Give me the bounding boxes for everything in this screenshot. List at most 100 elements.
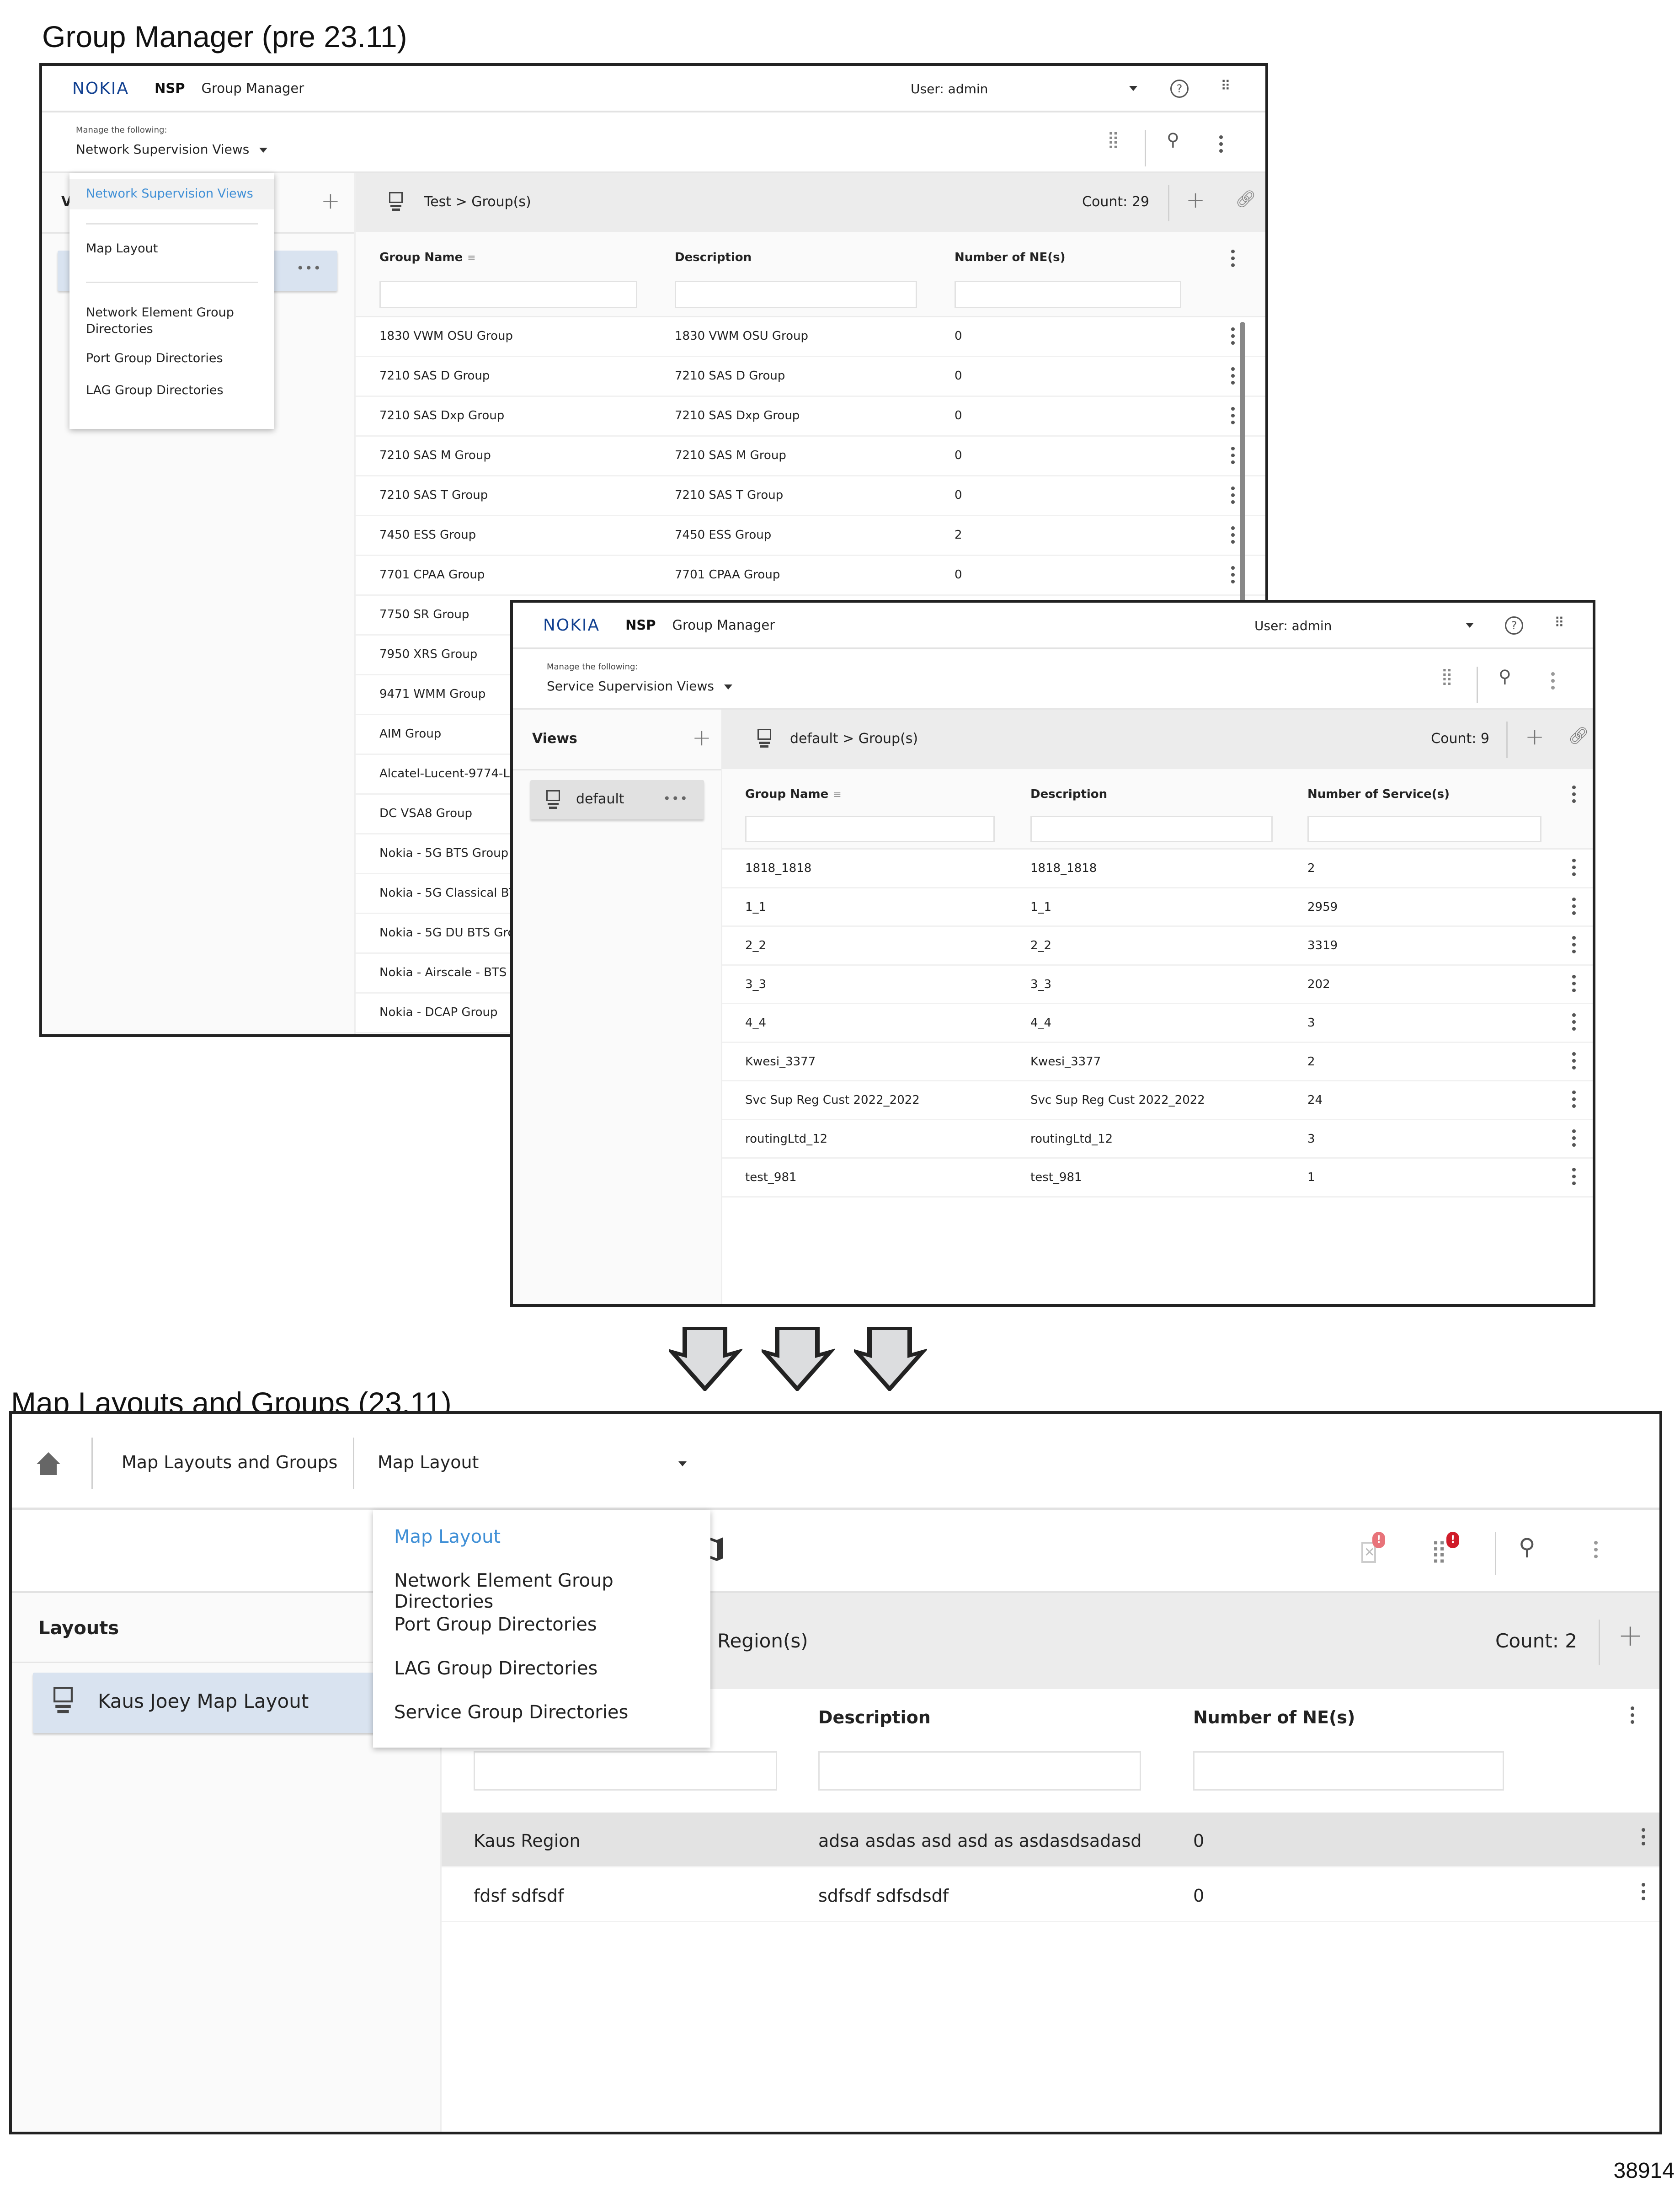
view-item-more-icon[interactable]: ••• — [296, 261, 322, 276]
dropdown-item-lag-group-directories[interactable]: LAG Group Directories — [373, 1658, 710, 1679]
column-header-group-name[interactable]: Group Name ≡ — [379, 251, 476, 264]
sort-icon[interactable]: ≡ — [467, 252, 475, 264]
table-row[interactable]: routingLtd_12 routingLtd_12 3 — [722, 1120, 1593, 1159]
filter-group-name-input[interactable] — [379, 281, 637, 308]
table-row[interactable]: Svc Sup Reg Cust 2022_2022 Svc Sup Reg Cu… — [722, 1081, 1593, 1120]
table-row[interactable]: Kaus Region adsa asdas asd asd as asdasds… — [442, 1813, 1659, 1867]
table-row[interactable]: fdsf sdfsdf sdfsdf sdfsdsdf 0 — [442, 1867, 1659, 1922]
link-icon[interactable]: 🔗︎ — [1568, 728, 1589, 744]
layout-item-kaus-joey[interactable]: Kaus Joey Map Layout — [33, 1673, 424, 1733]
filter-description-input[interactable] — [675, 281, 917, 308]
dropdown-item-map-layout[interactable]: Map Layout — [69, 241, 274, 256]
view-selector[interactable]: Map Layout — [378, 1452, 479, 1472]
row-options-icon[interactable] — [1231, 447, 1235, 467]
help-icon[interactable]: ? — [1505, 616, 1523, 635]
table-row[interactable]: 7210 SAS D Group 7210 SAS D Group 0 — [356, 357, 1265, 397]
row-options-icon[interactable] — [1231, 487, 1235, 507]
column-options-icon[interactable] — [1630, 1706, 1635, 1727]
row-options-icon[interactable] — [1231, 526, 1235, 547]
add-view-button[interactable]: + — [321, 189, 340, 212]
column-options-icon[interactable] — [1231, 250, 1235, 270]
filter-group-name-input[interactable] — [745, 816, 995, 842]
column-header-number-of-services[interactable]: Number of Service(s) — [1307, 787, 1450, 801]
grid-alert-icon[interactable]: ⣿ ! — [1431, 1532, 1459, 1567]
row-options-icon[interactable] — [1641, 1828, 1646, 1849]
table-row[interactable]: 7210 SAS M Group 7210 SAS M Group 0 — [356, 437, 1265, 476]
table-row[interactable]: 7701 CPAA Group 7701 CPAA Group 0 — [356, 556, 1265, 596]
table-row[interactable]: 2_2 2_2 3319 — [722, 927, 1593, 966]
filter-number-input[interactable] — [1307, 816, 1541, 842]
add-group-button[interactable]: + — [1525, 725, 1544, 748]
table-row[interactable]: test_981 test_981 1 — [722, 1159, 1593, 1198]
apps-grid-icon[interactable]: ⠿ — [1221, 80, 1231, 93]
grid-view-icon[interactable]: ⣿ — [1107, 132, 1119, 148]
row-options-icon[interactable] — [1572, 897, 1576, 918]
dropdown-item-ne-group-directories[interactable]: Network Element Group Directories — [69, 305, 274, 337]
row-options-icon[interactable] — [1572, 1013, 1576, 1034]
home-icon[interactable] — [36, 1451, 61, 1476]
search-icon[interactable]: ⚲ — [1499, 668, 1511, 685]
table-row[interactable]: 1818_1818 1818_1818 2 — [722, 850, 1593, 888]
grid-view-icon[interactable]: ⣿ — [1441, 668, 1453, 685]
column-header-description[interactable]: Description — [1030, 787, 1107, 801]
column-header-description[interactable]: Description — [675, 251, 752, 264]
more-options-icon[interactable] — [1551, 672, 1555, 693]
apps-grid-icon[interactable]: ⠿ — [1554, 616, 1564, 630]
search-icon[interactable]: ⚲ — [1167, 131, 1179, 148]
add-group-button[interactable]: + — [1186, 188, 1205, 211]
row-options-icon[interactable] — [1231, 327, 1235, 348]
search-icon[interactable]: ⚲ — [1519, 1535, 1536, 1558]
view-item-default[interactable]: default ••• — [530, 780, 704, 819]
row-options-icon[interactable] — [1572, 1052, 1576, 1073]
sort-icon[interactable]: ≡ — [833, 789, 841, 801]
row-options-icon[interactable] — [1572, 974, 1576, 995]
dropdown-item-map-layout[interactable]: Map Layout — [373, 1526, 710, 1547]
filter-description-input[interactable] — [1030, 816, 1273, 842]
dropdown-item-port-group-directories[interactable]: Port Group Directories — [373, 1614, 710, 1635]
user-menu[interactable]: User: admin — [911, 81, 988, 96]
table-row[interactable]: 7450 ESS Group 7450 ESS Group 2 — [356, 516, 1265, 556]
unmanaged-ne-icon[interactable]: ✕ ! — [1358, 1532, 1385, 1567]
scrollbar[interactable] — [1240, 322, 1245, 605]
row-options-icon[interactable] — [1572, 936, 1576, 957]
add-region-button[interactable]: + — [1618, 1620, 1643, 1651]
more-options-icon[interactable] — [1219, 135, 1223, 156]
filter-description-input[interactable] — [818, 1751, 1141, 1791]
user-menu[interactable]: User: admin — [1254, 618, 1332, 633]
column-header-description[interactable]: Description — [818, 1707, 931, 1727]
view-item-more-icon[interactable]: ••• — [663, 791, 688, 806]
row-options-icon[interactable] — [1572, 1168, 1576, 1188]
table-row[interactable]: 1830 VWM OSU Group 1830 VWM OSU Group 0 — [356, 317, 1265, 357]
table-row[interactable]: 3_3 3_3 202 — [722, 965, 1593, 1004]
row-options-icon[interactable] — [1572, 1091, 1576, 1111]
dropdown-item-port-group-directories[interactable]: Port Group Directories — [69, 351, 274, 365]
caret-down-icon[interactable] — [678, 1461, 687, 1466]
row-options-icon[interactable] — [1641, 1883, 1646, 1904]
breadcrumb-app-name[interactable]: Map Layouts and Groups — [122, 1452, 337, 1472]
user-caret-icon[interactable] — [1129, 86, 1137, 91]
link-icon[interactable]: 🔗︎ — [1235, 191, 1256, 208]
filter-number-input[interactable] — [955, 281, 1181, 308]
table-row[interactable]: 7210 SAS T Group 7210 SAS T Group 0 — [356, 476, 1265, 516]
help-icon[interactable]: ? — [1170, 80, 1189, 98]
dropdown-item-network-supervision-views[interactable]: Network Supervision Views — [69, 179, 274, 209]
manage-selector[interactable]: Service Supervision Views — [547, 679, 732, 694]
table-row[interactable]: 1_1 1_1 2959 — [722, 888, 1593, 927]
row-options-icon[interactable] — [1231, 367, 1235, 388]
user-caret-icon[interactable] — [1466, 623, 1474, 628]
more-options-icon[interactable] — [1594, 1541, 1598, 1561]
table-row[interactable]: 4_4 4_4 3 — [722, 1004, 1593, 1043]
filter-region-name-input[interactable] — [474, 1751, 777, 1791]
row-options-icon[interactable] — [1231, 407, 1235, 428]
table-row[interactable]: 7210 SAS Dxp Group 7210 SAS Dxp Group 0 — [356, 397, 1265, 437]
table-row[interactable]: Kwesi_3377 Kwesi_3377 2 — [722, 1043, 1593, 1081]
dropdown-item-service-group-directories[interactable]: Service Group Directories — [373, 1702, 710, 1723]
column-header-number-of-nes[interactable]: Number of NE(s) — [1193, 1707, 1355, 1727]
manage-selector[interactable]: Network Supervision Views — [76, 142, 268, 157]
add-view-button[interactable]: + — [692, 726, 711, 749]
row-options-icon[interactable] — [1572, 859, 1576, 879]
filter-number-input[interactable] — [1193, 1751, 1504, 1791]
dropdown-item-lag-group-directories[interactable]: LAG Group Directories — [69, 383, 274, 397]
dropdown-item-ne-group-directories[interactable]: Network Element Group Directories — [373, 1570, 710, 1612]
column-options-icon[interactable] — [1572, 786, 1576, 806]
